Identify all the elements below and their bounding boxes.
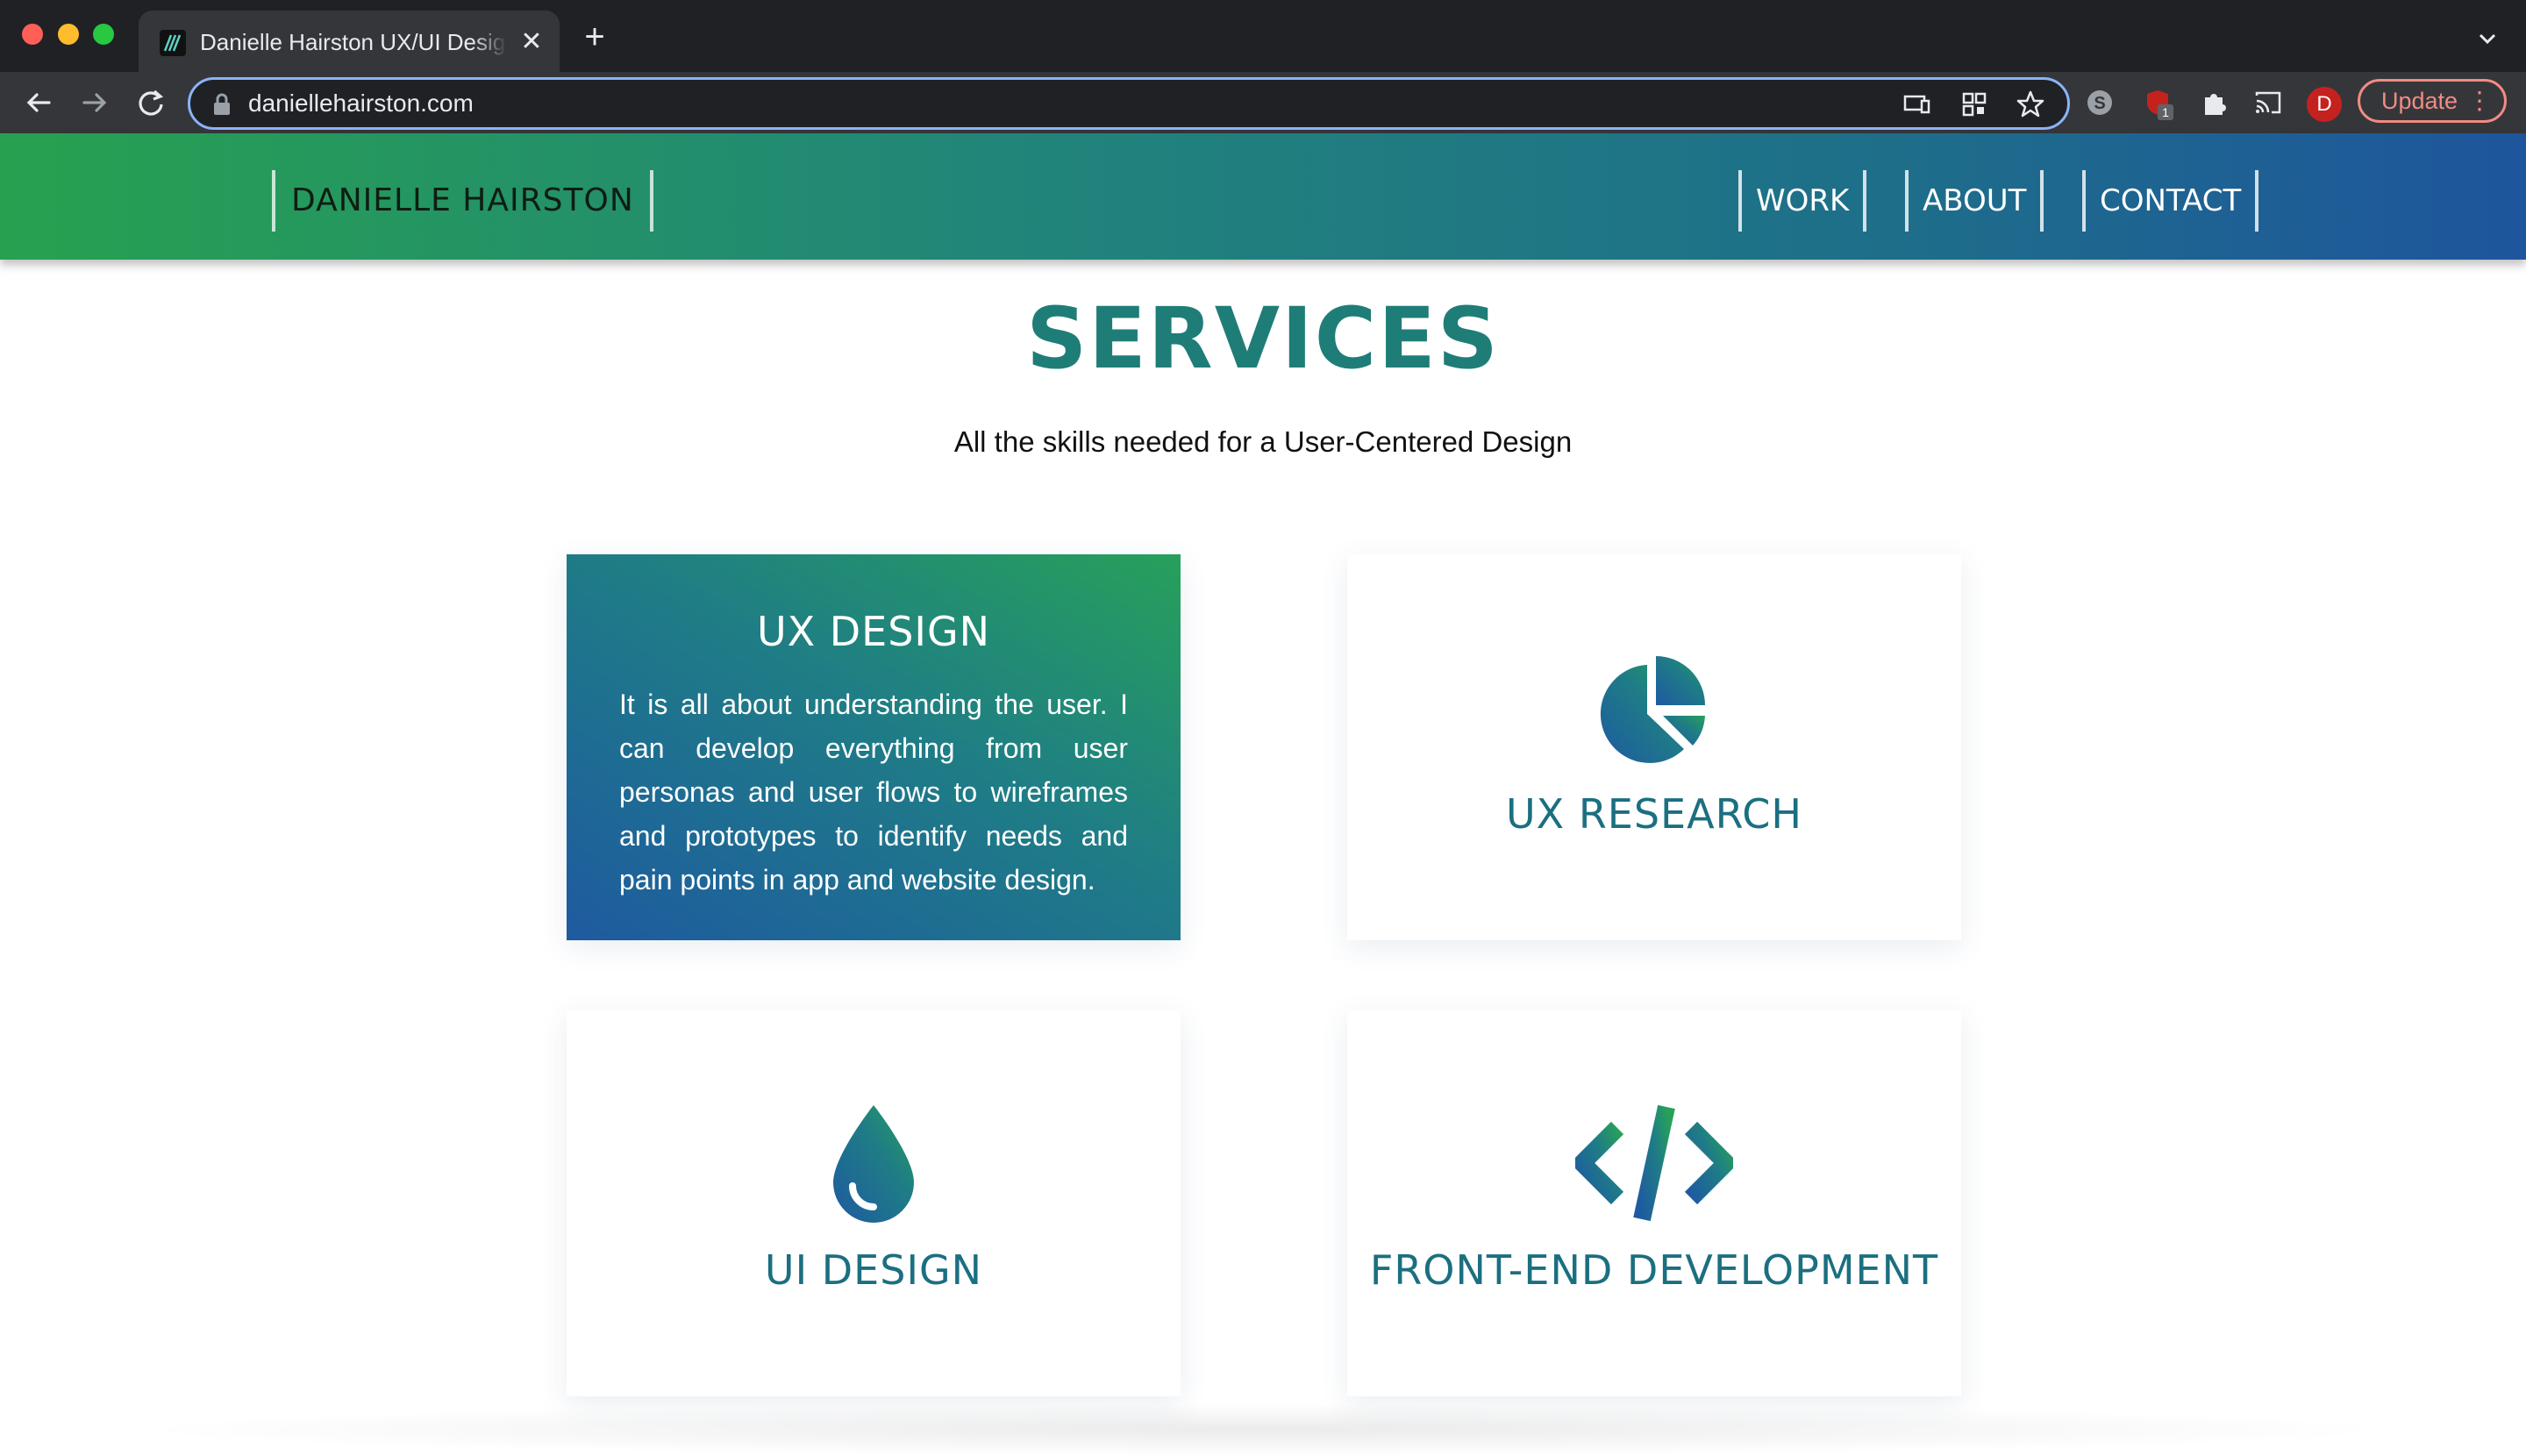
services-subtitle: All the skills needed for a User-Centere… <box>953 425 1573 458</box>
code-icon <box>1347 1102 1961 1224</box>
browser-tab[interactable]: Danielle Hairston UX/UI Design ✕ <box>139 11 560 72</box>
browser-menu-icon[interactable]: ⋮ <box>2467 82 2492 120</box>
svg-text:S: S <box>2094 94 2105 113</box>
droplet-icon <box>567 1102 1181 1224</box>
back-icon[interactable] <box>19 83 58 122</box>
browser-toolbar: daniellehairston.com S 1 D Update ⋮ <box>0 72 2526 133</box>
ublock-extension-icon[interactable]: 1 <box>2142 87 2173 120</box>
site-brand-link[interactable]: DANIELLE HAIRSTON <box>272 170 653 232</box>
service-card-ui-design[interactable]: UI DESIGN <box>567 1010 1181 1396</box>
url-text[interactable]: daniellehairston.com <box>248 89 474 118</box>
services-title: SERVICES <box>1026 289 1500 388</box>
card-heading: UX DESIGN <box>756 608 991 655</box>
site-favicon-icon <box>160 30 186 56</box>
address-bar[interactable]: daniellehairston.com <box>188 77 2070 130</box>
card-heading: UI DESIGN <box>764 1246 983 1294</box>
tab-title: Danielle Hairston UX/UI Design <box>200 26 507 58</box>
site-header: DANIELLE HAIRSTON WORK ABOUT CONTACT <box>0 133 2526 260</box>
cast-icon[interactable] <box>2252 87 2284 118</box>
browser-tab-bar: Danielle Hairston UX/UI Design ✕ + <box>0 0 2526 72</box>
tab-search-icon[interactable] <box>2472 23 2503 54</box>
lock-icon[interactable] <box>211 92 232 117</box>
cast-page-icon[interactable] <box>1901 89 1932 120</box>
nav-link-about[interactable]: ABOUT <box>1905 170 2044 232</box>
pie-chart-icon <box>1347 646 1961 768</box>
card-heading: FRONT-END DEVELOPMENT <box>1369 1246 1939 1294</box>
update-button[interactable]: Update ⋮ <box>2358 79 2507 123</box>
service-card-ux-research[interactable]: UX RESEARCH <box>1347 554 1961 940</box>
maximize-window-button[interactable] <box>93 24 114 45</box>
service-card-front-end-development[interactable]: FRONT-END DEVELOPMENT <box>1347 1010 1961 1396</box>
service-card-ux-design[interactable]: UX DESIGN It is all about understanding … <box>567 554 1181 940</box>
forward-icon[interactable] <box>75 83 114 122</box>
profile-avatar[interactable]: D <box>2307 87 2342 122</box>
skype-extension-icon[interactable]: S <box>2084 87 2116 118</box>
close-window-button[interactable] <box>22 24 43 45</box>
qr-code-icon[interactable] <box>1959 89 1990 120</box>
card-description: It is all about understanding the user. … <box>619 689 1128 896</box>
bookmark-star-icon[interactable] <box>2015 89 2046 120</box>
minimize-window-button[interactable] <box>58 24 79 45</box>
extensions-puzzle-icon[interactable] <box>2198 87 2230 118</box>
extension-badge: 1 <box>2158 104 2173 120</box>
reload-icon[interactable] <box>132 83 170 122</box>
nav-link-work[interactable]: WORK <box>1738 170 1867 232</box>
card-heading: UX RESEARCH <box>1506 790 1802 838</box>
nav-link-contact[interactable]: CONTACT <box>2082 170 2259 232</box>
tab-close-icon[interactable]: ✕ <box>516 26 547 58</box>
new-tab-button[interactable]: + <box>579 19 610 54</box>
page-bottom-shadow <box>123 1403 2403 1456</box>
update-label: Update <box>2381 88 2458 114</box>
